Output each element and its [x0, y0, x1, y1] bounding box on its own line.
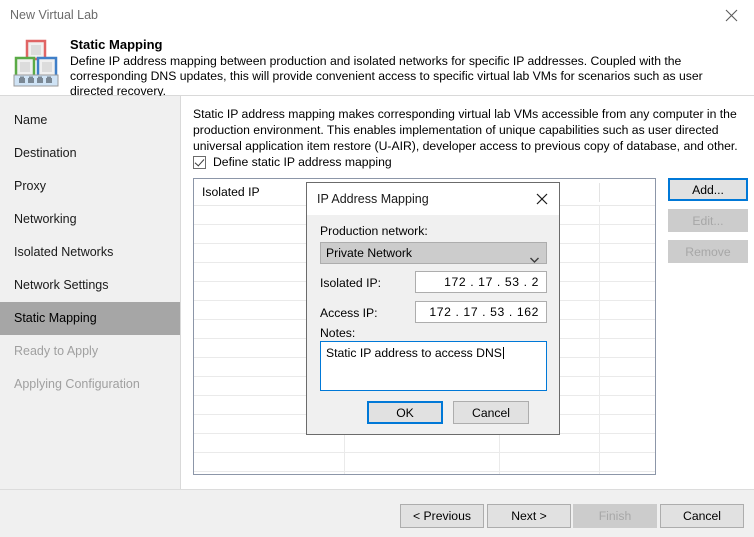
isolated-ip-label: Isolated IP: — [320, 276, 381, 290]
close-icon[interactable] — [525, 183, 559, 214]
cancel-button[interactable]: Cancel — [453, 401, 529, 424]
text-caret — [502, 347, 504, 359]
finish-button: Finish — [573, 504, 657, 528]
define-static-mapping-checkbox[interactable] — [193, 155, 206, 169]
access-ip-label: Access IP: — [320, 306, 378, 320]
sidebar-item-networking[interactable]: Networking — [0, 203, 180, 236]
sidebar-item-ready-to-apply: Ready to Apply — [14, 344, 99, 358]
sidebar-item-isolated-networks[interactable]: Isolated Networks — [0, 236, 180, 269]
virtual-lab-icon — [12, 37, 60, 87]
production-network-label: Production network: — [320, 224, 428, 238]
ip-address-mapping-dialog: IP Address Mapping Production network: P… — [306, 182, 560, 435]
page-header: Static Mapping Define IP address mapping… — [0, 31, 754, 98]
dialog-title: IP Address Mapping — [317, 192, 429, 206]
sidebar-item-destination[interactable]: Destination — [0, 137, 180, 170]
production-network-select[interactable]: Private Network — [320, 242, 547, 264]
wizard-footer: < Previous Next > Finish Cancel — [0, 489, 754, 537]
ok-button[interactable]: OK — [367, 401, 443, 424]
sidebar-item-network-settings[interactable]: Network Settings — [0, 269, 180, 302]
table-row[interactable] — [194, 453, 655, 472]
sidebar-item-name[interactable]: Name — [0, 104, 180, 137]
column-header-4[interactable] — [599, 179, 655, 205]
static-mapping-description: Static IP address mapping makes correspo… — [193, 107, 738, 153]
sidebar-item-static-mapping[interactable]: Static Mapping — [0, 302, 180, 335]
add-button[interactable]: Add... — [668, 178, 748, 201]
page-title: Static Mapping — [70, 37, 163, 52]
define-static-mapping-label: Define static IP address mapping — [213, 155, 392, 169]
window-titlebar: New Virtual Lab — [0, 0, 754, 31]
window-title: New Virtual Lab — [10, 8, 99, 22]
access-ip-input[interactable]: 172 . 17 . 53 . 162 — [415, 301, 547, 323]
cancel-button[interactable]: Cancel — [660, 504, 744, 528]
production-network-value: Private Network — [326, 246, 413, 260]
page-description: Define IP address mapping between produc… — [70, 54, 703, 98]
sidebar-item-applying-configuration: Applying Configuration — [14, 377, 140, 391]
chevron-down-icon — [529, 250, 540, 270]
column-divider — [599, 183, 600, 202]
previous-button[interactable]: < Previous — [400, 504, 484, 528]
table-row[interactable] — [194, 434, 655, 453]
close-icon[interactable] — [709, 0, 754, 31]
notes-label: Notes: — [320, 326, 356, 340]
notes-value: Static IP address to access DNS — [326, 346, 502, 360]
wizard-sidebar: Name Destination Proxy Networking Isolat… — [0, 96, 181, 489]
notes-textarea[interactable]: Static IP address to access DNS — [320, 341, 547, 391]
isolated-ip-input[interactable]: 172 . 17 . 53 . 2 — [415, 271, 547, 293]
define-static-mapping-checkbox-row[interactable]: Define static IP address mapping — [193, 153, 392, 171]
sidebar-item-proxy[interactable]: Proxy — [0, 170, 180, 203]
remove-button: Remove — [668, 240, 748, 263]
next-button[interactable]: Next > — [487, 504, 571, 528]
edit-button: Edit... — [668, 209, 748, 232]
dialog-titlebar: IP Address Mapping — [307, 183, 559, 215]
